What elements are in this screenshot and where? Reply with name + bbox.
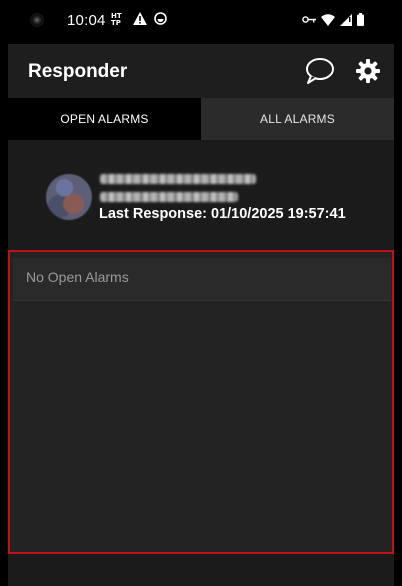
tab-all-alarms[interactable]: ALL ALARMS <box>201 98 394 140</box>
chat-button[interactable] <box>305 57 335 85</box>
app-title: Responder <box>28 61 128 82</box>
battery-icon <box>357 13 364 26</box>
responder-profile: Last Response: 01/10/2025 19:57:41 <box>8 140 394 250</box>
wifi-icon <box>321 13 335 26</box>
system-icons <box>302 13 364 26</box>
redacted-name <box>100 174 256 184</box>
ht-badge-icon: HT TP <box>111 12 126 25</box>
gear-icon <box>356 59 380 83</box>
app-screen: 10:04 HT TP Responder OPEN ALARMS ALL AL… <box>8 0 394 586</box>
notification-icons: HT TP <box>111 12 167 25</box>
alarm-list-header: No Open Alarms <box>13 258 391 301</box>
status-bar: 10:04 HT TP <box>8 0 394 44</box>
last-response-text: Last Response: 01/10/2025 19:57:41 <box>99 206 346 222</box>
redacted-details <box>100 192 238 202</box>
app-bar: Responder <box>8 44 394 98</box>
status-time: 10:04 <box>67 12 106 29</box>
avatar <box>46 174 92 220</box>
app-circle-icon <box>154 12 167 25</box>
alarm-tabs: OPEN ALARMS ALL ALARMS <box>8 98 394 140</box>
settings-button[interactable] <box>356 59 380 83</box>
bottom-area <box>8 554 394 586</box>
front-camera <box>30 13 44 27</box>
open-alarms-list: No Open Alarms <box>8 250 394 554</box>
warning-icon <box>133 12 147 25</box>
no-alarms-message: No Open Alarms <box>26 269 129 285</box>
tab-open-alarms[interactable]: OPEN ALARMS <box>8 98 201 140</box>
chat-icon <box>306 58 334 84</box>
svg-text:TP: TP <box>111 19 121 25</box>
signal-icon <box>340 13 352 26</box>
device-frame: 10:04 HT TP Responder OPEN ALARMS ALL AL… <box>0 0 402 586</box>
vpn-key-icon <box>302 15 316 24</box>
